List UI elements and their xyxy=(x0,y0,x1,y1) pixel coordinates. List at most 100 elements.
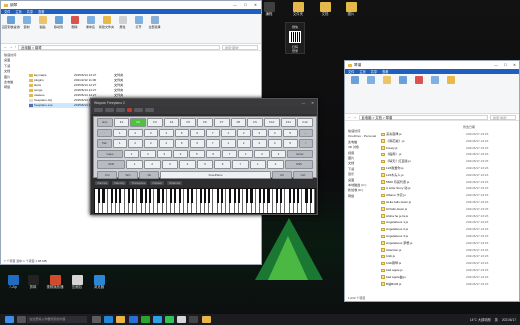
explorer-titlebar[interactable]: 钢琴 — ☐ ✕ xyxy=(1,1,261,9)
ribbon-tab[interactable]: 查看 xyxy=(382,69,388,74)
desktop-shortcut[interactable]: 剪映 xyxy=(22,275,44,290)
keyboard-key[interactable]: 2 xyxy=(140,149,156,158)
keyboard-key[interactable]: 1 xyxy=(112,128,127,137)
ribbon-button[interactable]: 全部选择 xyxy=(148,16,161,41)
close-icon[interactable]: ✕ xyxy=(254,3,257,7)
keyboard-key[interactable]: 1 xyxy=(221,139,236,148)
desktop-shortcut[interactable]: 图片 xyxy=(340,2,362,17)
nav-item[interactable]: OneDrive - Personal xyxy=(345,134,379,139)
taskbar-search-icon[interactable] xyxy=(16,316,26,323)
ribbon-button[interactable] xyxy=(380,76,393,111)
keyboard-key[interactable]: F1 xyxy=(113,118,130,127)
black-key[interactable] xyxy=(119,189,122,204)
ribbon-button[interactable]: 属性 xyxy=(116,16,129,41)
piano-keyboard[interactable] xyxy=(94,188,316,214)
keyboard-key[interactable]: 5 xyxy=(283,139,298,148)
black-key[interactable] xyxy=(199,189,202,204)
black-key[interactable] xyxy=(292,189,295,204)
ribbon-button[interactable]: 固定到快速访问 xyxy=(2,16,20,41)
maximize-icon[interactable]: ☐ xyxy=(244,3,247,7)
file-row[interactable]: 演奏音律.js 2021/6/17 23:23 xyxy=(381,131,519,138)
ribbon-button[interactable] xyxy=(428,76,441,111)
file-row[interactable]: ALEx falls down.js 2021/6/17 23:23 xyxy=(381,199,519,206)
keyboard-key[interactable]: 7 xyxy=(221,149,238,158)
file-row[interactable]: 《稻香》.js 2021/6/17 23:23 xyxy=(381,151,519,158)
keyboard-key[interactable]: F12 xyxy=(297,118,313,127)
keyboard-key[interactable]: FreePiano xyxy=(160,170,271,179)
control-setting[interactable]: Octave xyxy=(150,181,164,185)
file-row[interactable]: Angelaboos 梦想.js 2021/6/17 23:23 xyxy=(381,240,519,247)
stop-button[interactable] xyxy=(145,108,154,112)
ribbon-button[interactable]: 粘贴 xyxy=(36,16,49,41)
forward-arrow-icon[interactable]: → xyxy=(353,115,356,119)
keyboard-key[interactable]: 5 xyxy=(196,160,214,169)
black-key[interactable] xyxy=(250,189,253,204)
black-key[interactable] xyxy=(170,189,173,204)
keyboard-key[interactable]: 1 xyxy=(123,149,140,158)
minimize-icon[interactable]: — xyxy=(233,3,237,7)
keyboard-key[interactable]: 2 xyxy=(236,139,251,148)
keyboard-key[interactable]: 7 xyxy=(205,139,220,148)
file-row[interactable]: 123我爱你.js 2021/6/17 23:23 xyxy=(381,165,519,172)
file-row[interactable]: B站BGM.js 2021/6/17 23:23 xyxy=(381,281,519,288)
ribbon-button[interactable]: 打开 xyxy=(132,16,145,41)
ribbon-tab[interactable]: 共享 xyxy=(371,69,377,74)
column-header-date[interactable]: 修改日期 xyxy=(463,125,475,129)
black-key[interactable] xyxy=(280,189,283,204)
taskbar-edge-icon[interactable] xyxy=(104,316,114,323)
keyboard-key[interactable]: F3 xyxy=(147,118,163,127)
taskbar-explorer-icon[interactable] xyxy=(116,316,126,323)
keyboard-key[interactable]: 4 xyxy=(159,128,174,137)
black-key[interactable] xyxy=(191,189,194,204)
black-key[interactable] xyxy=(208,189,211,204)
maximize-icon[interactable]: ☐ xyxy=(504,63,507,67)
black-key[interactable] xyxy=(305,189,308,204)
search-input[interactable]: 搜索"琴谱" xyxy=(490,114,516,120)
keyboard-key[interactable]: 2 xyxy=(236,128,251,137)
keyboard-key[interactable]: F11 xyxy=(280,118,297,127)
black-key[interactable] xyxy=(131,189,135,204)
keyboard-key[interactable]: 2 xyxy=(254,149,270,158)
keyboard-key[interactable]: Ctrl xyxy=(292,170,314,179)
keyboard-key[interactable]: 3 xyxy=(252,139,267,148)
ribbon-button[interactable]: 移动到 xyxy=(52,16,65,41)
keyboard-key[interactable]: \ xyxy=(298,139,313,148)
file-row[interactable]: Angelaboos 1.js 2021/6/17 23:23 xyxy=(381,219,519,226)
search-input[interactable]: 搜索"钢琴" xyxy=(222,44,258,50)
keyboard-key[interactable]: Enter xyxy=(287,149,314,158)
forward-arrow-icon[interactable]: → xyxy=(9,45,12,49)
keyboard-key[interactable]: F9 xyxy=(247,118,263,127)
nav-item[interactable]: 网络 xyxy=(1,85,27,90)
taskbar-store-icon[interactable] xyxy=(128,316,138,323)
black-key[interactable] xyxy=(309,189,312,204)
file-row[interactable]: Albano 卡农.js 2021/6/17 23:23 xyxy=(381,192,519,199)
ribbon-tab[interactable]: 文件 xyxy=(4,9,10,14)
black-key[interactable] xyxy=(220,189,223,204)
black-key[interactable] xyxy=(296,189,300,204)
file-row[interactable]: 《青花瓷》.js 2021/6/17 23:23 xyxy=(381,138,519,145)
keyboard-key[interactable]: 5 xyxy=(174,128,189,137)
keyboard-key[interactable]: 7 xyxy=(231,160,249,169)
desktop-shortcut[interactable]: 文件夹 xyxy=(287,2,309,17)
ime-indicator[interactable]: 英 xyxy=(495,317,498,322)
taskbar-taskview-icon[interactable] xyxy=(91,316,101,323)
keyboard-key[interactable]: 2 xyxy=(143,160,161,169)
file-row[interactable]: bridi钢琴.js 2021/6/17 23:23 xyxy=(381,260,519,267)
keyboard-key[interactable]: 3 xyxy=(143,139,158,148)
freepiano-window[interactable]: Wispow Freepiano 2 — ✕ Esc F1 F2 F3 F4 F5 F6 F7… xyxy=(90,98,318,215)
taskbar-search-input[interactable]: 在这里输入你要搜索的内容 xyxy=(27,316,88,323)
keyboard-key[interactable]: 5 xyxy=(174,139,189,148)
keyboard-key[interactable]: 4 xyxy=(267,128,282,137)
keyboard-key[interactable]: 1 xyxy=(249,160,267,169)
black-key[interactable] xyxy=(102,189,105,204)
keyboard-key[interactable]: 3 xyxy=(270,149,287,158)
keyboard-key[interactable]: Tab xyxy=(97,139,112,148)
ribbon-tab[interactable]: 共享 xyxy=(27,9,33,14)
keyboard-key[interactable]: 2 xyxy=(267,160,284,169)
file-row[interactable]: Aloha he je fa.js 2021/6/17 23:23 xyxy=(381,213,519,220)
minimize-icon[interactable]: — xyxy=(494,63,498,67)
keyboard-key[interactable]: 1 xyxy=(112,139,127,148)
taskbar-piano-icon[interactable] xyxy=(177,316,187,323)
ribbon-button[interactable]: 新建文件夹 xyxy=(99,16,114,41)
freepiano-titlebar[interactable]: Wispow Freepiano 2 — ✕ xyxy=(91,99,317,106)
